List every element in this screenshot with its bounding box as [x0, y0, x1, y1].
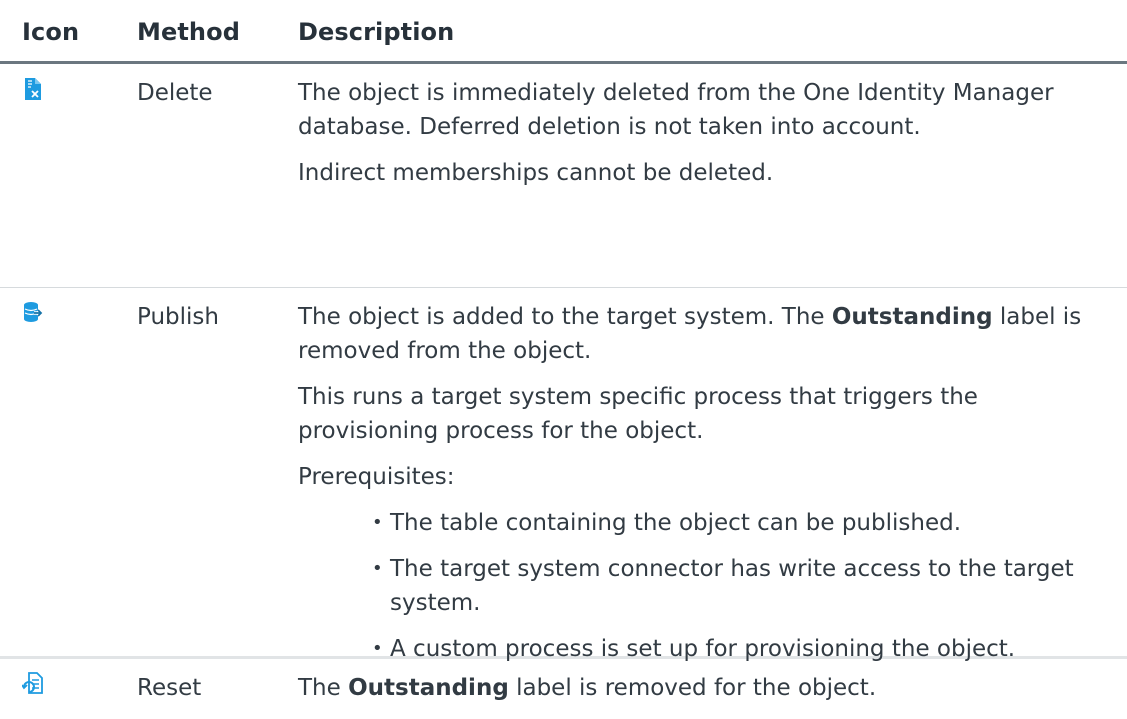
method-label: Publish [137, 304, 219, 330]
description-text: This runs a target system specific proce… [298, 384, 978, 444]
list-item: The table containing the object can be p… [372, 506, 1113, 540]
prerequisites-label: Prerequisites: [298, 464, 455, 490]
outstanding-label: Outstanding [348, 675, 509, 701]
description-cell: The object is added to the target system… [298, 300, 1113, 678]
header-description: Description [298, 18, 455, 46]
header-method: Method [137, 18, 240, 46]
list-item: The target system connector has write ac… [372, 552, 1113, 620]
method-label: Reset [137, 675, 202, 701]
description-text: The object is added to the target system… [298, 300, 1113, 368]
text-segment: label is removed for the object. [508, 675, 877, 701]
text-segment: The [298, 675, 349, 701]
text-segment: The object is added to the target system… [298, 304, 832, 330]
table-header: Icon Method Description [0, 0, 1127, 64]
description-cell: The object is immediately deleted from t… [298, 76, 1113, 190]
header-icon: Icon [22, 18, 80, 46]
description-cell: The Outstanding label is removed for the… [298, 671, 1113, 705]
methods-table: Icon Method Description Delete The objec… [0, 0, 1127, 719]
table-row: Reset The Outstanding label is removed f… [0, 659, 1127, 719]
reset-list-icon [22, 671, 44, 695]
table-row: Delete The object is immediately deleted… [0, 64, 1127, 288]
description-text: The Outstanding label is removed for the… [298, 671, 1113, 705]
table-row: Publish The object is added to the targe… [0, 288, 1127, 666]
delete-document-icon [22, 76, 44, 100]
prerequisites-list: The table containing the object can be p… [298, 506, 1113, 666]
method-label: Delete [137, 80, 213, 106]
description-text: The object is immediately deleted from t… [298, 80, 1054, 140]
outstanding-label: Outstanding [831, 304, 993, 330]
description-text: Indirect memberships cannot be deleted. [298, 160, 774, 186]
publish-database-icon [22, 300, 44, 324]
